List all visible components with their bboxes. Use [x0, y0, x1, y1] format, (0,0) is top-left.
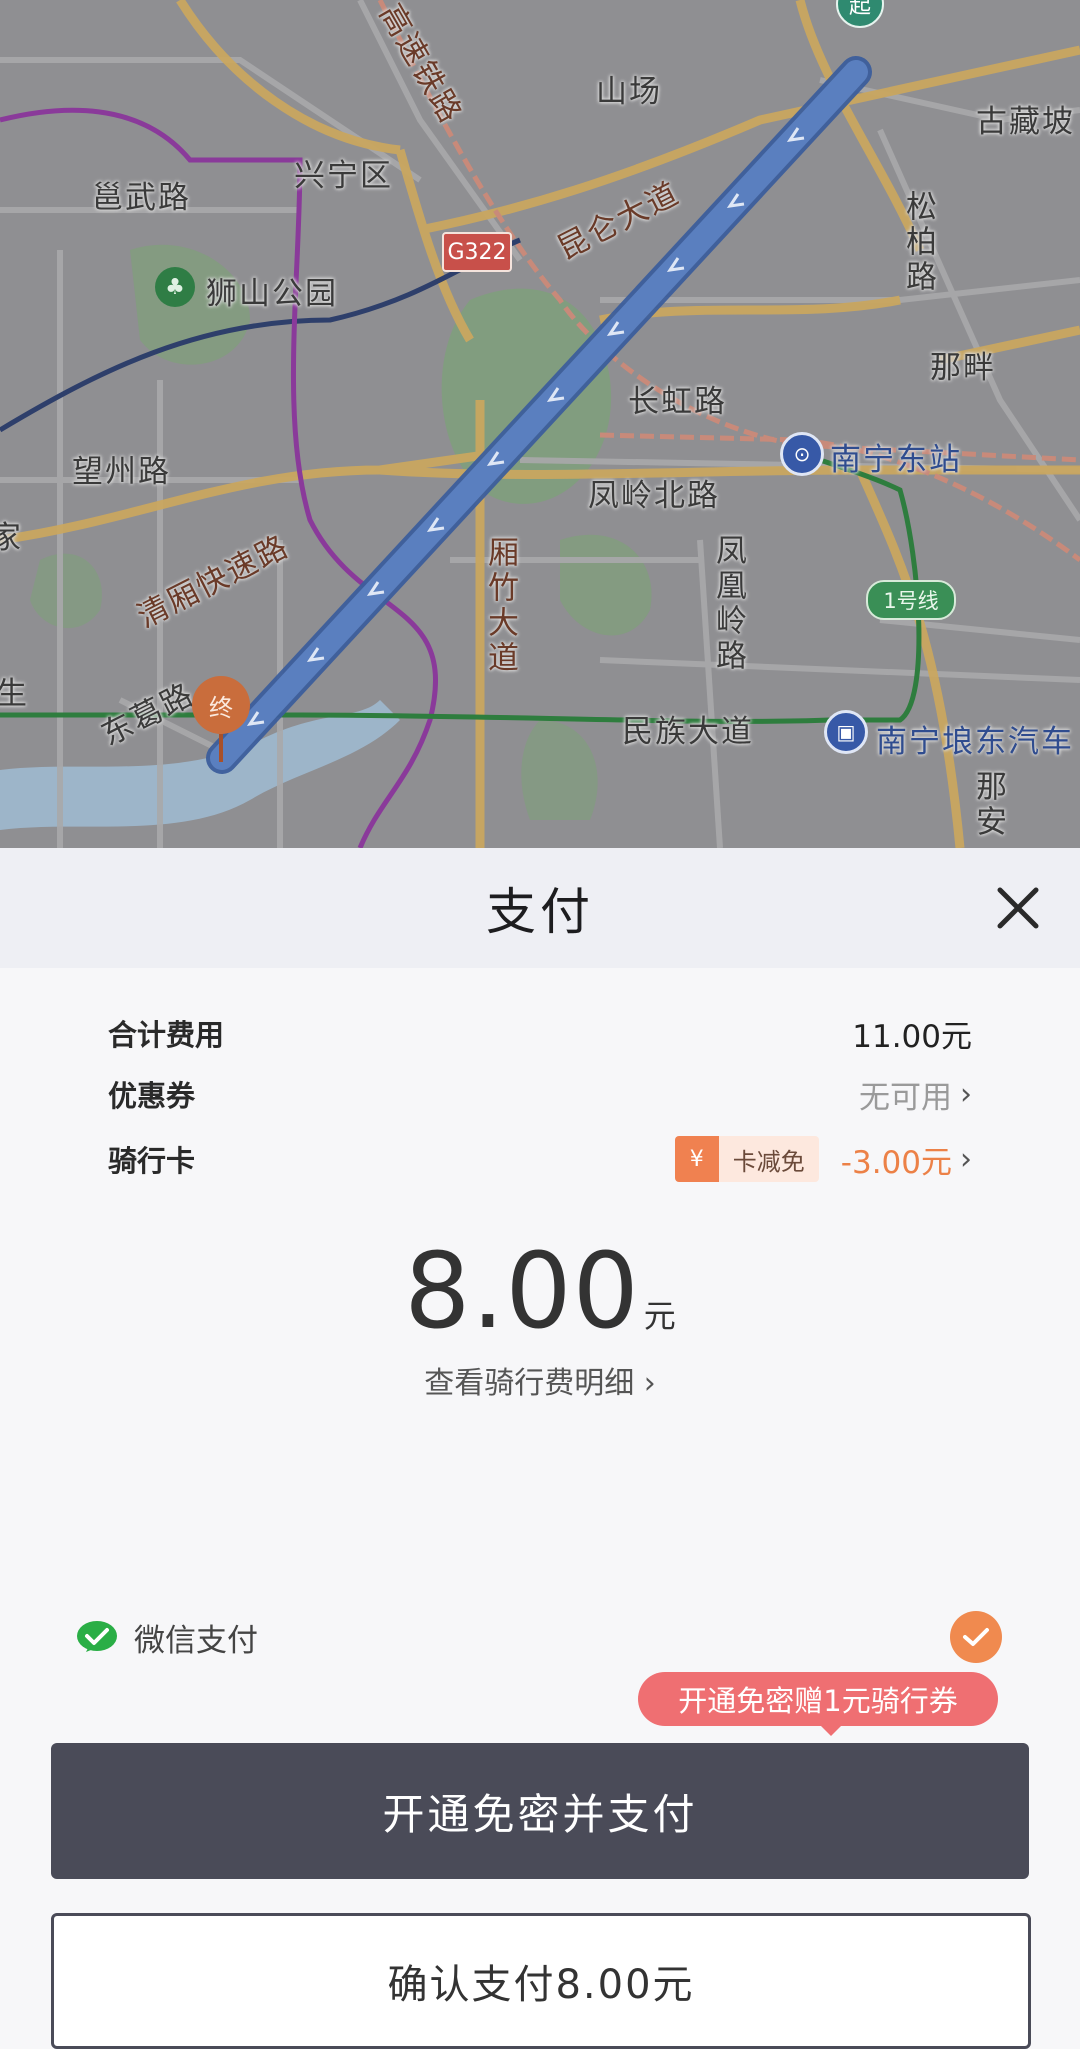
map-label-edge-jia: 家 — [0, 520, 23, 556]
sheet-title: 支付 — [486, 883, 594, 941]
map-label-changhong: 长虹路 — [628, 384, 727, 420]
map-label-fenghuangling: 凤凰岭路 — [710, 534, 746, 674]
end-pin-label: 终 — [192, 676, 250, 734]
payment-method-label: 微信支付 — [134, 1622, 258, 1659]
confirm-pay-button[interactable]: 确认支付8.00元 — [51, 1913, 1031, 2049]
selected-check-icon[interactable] — [950, 1611, 1002, 1663]
chevron-right-icon: › — [960, 1076, 972, 1112]
map-label-xiangzhu: 厢竹大道 — [482, 536, 518, 676]
pay-unit: 元 — [643, 1297, 676, 1335]
park-icon: ♣ — [155, 267, 195, 307]
route-map[interactable]: 山场 古藏坡 兴宁区 邕武路 ♣ 狮山公园 G322 昆仑大道 松柏路 那畔 长… — [0, 0, 1080, 848]
coupon-value: 无可用 — [859, 1079, 952, 1116]
coupon-label: 优惠券 — [108, 1079, 196, 1113]
total-fee-value: 11.00元 — [852, 1018, 972, 1055]
map-label-langdong: 南宁埌东汽车 — [876, 724, 1074, 760]
fee-detail-link[interactable]: 查看骑行费明细 › — [0, 1358, 1080, 1402]
map-label-minzu: 民族大道 — [622, 714, 754, 750]
card-discount-tag: ¥ 卡减免 -3.00元 › — [674, 1136, 972, 1182]
map-label-wangzhou: 望州路 — [72, 454, 171, 490]
map-label-yongwu: 邕武路 — [92, 180, 191, 216]
map-label-napan: 那畔 — [930, 350, 996, 386]
train-station-icon: ⊙ — [780, 432, 824, 476]
promo-tooltip: 开通免密赠1元骑行券 — [638, 1672, 998, 1726]
map-label-fengling-north: 凤岭北路 — [588, 478, 720, 514]
wechat-pay-icon — [77, 1621, 117, 1652]
pay-amount: 8.00 — [404, 1230, 640, 1352]
map-label-edge-sheng: 生 — [0, 676, 29, 712]
yuan-icon: ¥ — [674, 1136, 719, 1182]
riding-card-row[interactable]: 骑行卡 ¥ 卡减免 -3.00元 › — [108, 1134, 972, 1184]
close-icon — [997, 887, 1039, 929]
map-label-guzangpo: 古藏坡 — [976, 104, 1075, 140]
sheet-header: 支付 — [0, 848, 1080, 968]
map-label-songbai: 松柏路 — [900, 190, 936, 295]
total-fee-row: 合计费用 11.00元 — [108, 1008, 972, 1058]
pay-total: 8.00 元 — [0, 1230, 1080, 1352]
total-fee-label: 合计费用 — [108, 1018, 225, 1052]
map-label-naan: 那安 — [970, 770, 1006, 840]
coupon-row[interactable]: 优惠券 无可用 › — [108, 1069, 972, 1119]
start-pin-label: 起 — [836, 0, 884, 28]
metro-line-badge: 1号线 — [866, 580, 956, 620]
map-label-nanning-east: 南宁东站 — [830, 442, 962, 478]
map-label-shishan: 狮山公园 — [206, 276, 338, 312]
map-label-xingning: 兴宁区 — [294, 158, 393, 194]
card-discount-amount: -3.00元 — [840, 1144, 952, 1181]
close-button[interactable] — [994, 884, 1042, 932]
end-pin: 终 — [192, 676, 252, 768]
promo-tooltip-tail — [819, 1724, 843, 1736]
sheet-body: 合计费用 11.00元 优惠券 无可用 › 骑行卡 ¥ 卡减免 -3.00元 ›… — [0, 968, 1080, 2049]
riding-card-label: 骑行卡 — [108, 1144, 196, 1178]
payment-sheet: 支付 合计费用 11.00元 优惠券 无可用 › 骑行卡 ¥ 卡减免 -3.00… — [0, 848, 1080, 2049]
map-label-shanchang: 山场 — [596, 74, 662, 110]
enable-password-free-pay-button[interactable]: 开通免密并支付 — [51, 1743, 1029, 1879]
card-discount-text: 卡减免 — [718, 1136, 819, 1182]
payment-method-row[interactable]: 微信支付 — [76, 1608, 1002, 1666]
start-pin: 起 — [836, 0, 884, 42]
highway-badge: G322 — [442, 232, 512, 272]
chevron-right-icon: › — [960, 1141, 972, 1177]
bus-station-icon: ▣ — [824, 710, 868, 754]
